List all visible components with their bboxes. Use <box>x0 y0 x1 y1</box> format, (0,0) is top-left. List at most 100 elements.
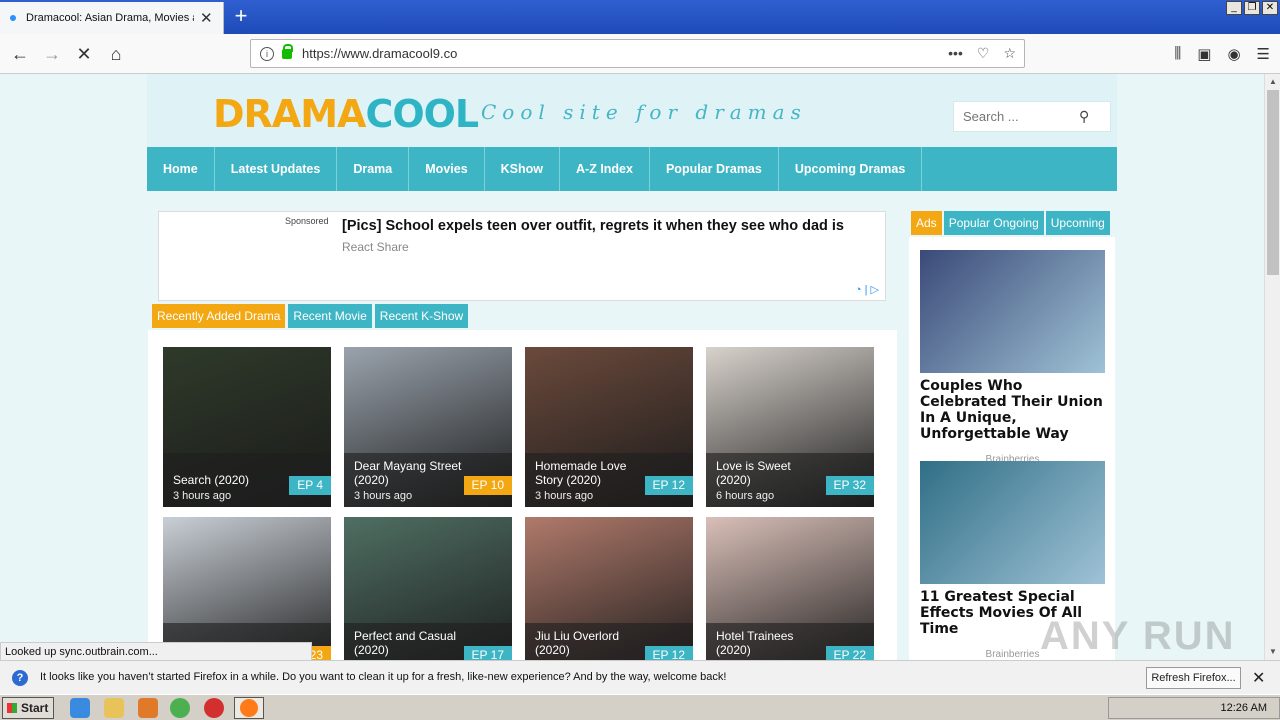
drama-card[interactable]: Search (2020) 3 hours ago EP 4 <box>163 347 331 507</box>
sidebar-panel: Couples Who Celebrated Their Union In A … <box>909 237 1115 660</box>
episode-badge: EP 17 <box>463 646 512 660</box>
tab-recent-kshow[interactable]: Recent K-Show <box>374 304 469 328</box>
episode-badge: EP 22 <box>825 646 874 660</box>
clock[interactable]: 12:26 AM <box>1221 702 1267 714</box>
opera-icon[interactable] <box>204 698 224 718</box>
drama-title[interactable]: Perfect and Casual (2020) <box>354 629 462 657</box>
home-button[interactable]: ⌂ <box>102 40 130 68</box>
ad-thumbnail[interactable] <box>920 250 1105 373</box>
tab-title: Dramacool: Asian Drama, Movies a <box>26 12 194 24</box>
new-tab-button[interactable]: + <box>228 2 254 32</box>
sidebar-tabs: Ads Popular Ongoing Upcoming <box>911 211 1110 235</box>
drama-title[interactable]: Homemade Love Story (2020) <box>535 459 643 487</box>
episode-badge: EP 12 <box>644 646 693 660</box>
system-tray: 12:26 AM <box>1108 697 1280 719</box>
ie-icon[interactable] <box>70 698 90 718</box>
drama-card[interactable]: Love is Sweet (2020) 6 hours ago EP 32 <box>706 347 874 507</box>
lock-icon <box>282 43 293 59</box>
ad-caption[interactable]: Couples Who Celebrated Their Union In A … <box>920 378 1105 442</box>
menu-az-index[interactable]: A-Z Index <box>560 147 650 191</box>
tab-close-icon[interactable]: ✕ <box>200 9 213 27</box>
restore-button[interactable]: ❐ <box>1244 1 1260 15</box>
start-button[interactable]: Start <box>2 697 54 719</box>
menu-kshow[interactable]: KShow <box>485 147 561 191</box>
drama-card[interactable]: Dear Mayang Street (2020) 3 hours ago EP… <box>344 347 512 507</box>
firefox-icon <box>240 699 258 717</box>
sponsored-label: Sponsored <box>285 216 329 226</box>
account-icon[interactable]: ◉ <box>1227 45 1240 63</box>
ad-choices-icon[interactable]: ◔ | ▷ <box>855 283 879 296</box>
scroll-down-icon[interactable]: ▼ <box>1265 644 1280 660</box>
menu-latest-updates[interactable]: Latest Updates <box>215 147 338 191</box>
library-icon[interactable]: ⫼ <box>1174 45 1181 63</box>
stop-button[interactable]: ✕ <box>70 40 98 68</box>
scroll-up-icon[interactable]: ▲ <box>1265 74 1280 90</box>
drama-title[interactable]: Dear Mayang Street (2020) <box>354 459 462 487</box>
tab-recently-added-drama[interactable]: Recently Added Drama <box>152 304 286 328</box>
episode-badge: EP 12 <box>644 476 693 495</box>
sidebar-ad-item[interactable]: Couples Who Celebrated Their Union In A … <box>920 250 1105 465</box>
tab-ads[interactable]: Ads <box>911 211 942 235</box>
episode-badge: EP 10 <box>463 476 512 495</box>
browser-tab[interactable]: Dramacool: Asian Drama, Movies a ✕ <box>0 2 224 34</box>
drama-card[interactable]: Perfect and Casual (2020) EP 17 <box>344 517 512 660</box>
forward-button[interactable]: → <box>38 40 66 68</box>
chrome-icon[interactable] <box>170 698 190 718</box>
window-controls: _ ❐ ✕ <box>1226 1 1278 15</box>
menu-drama[interactable]: Drama <box>337 147 410 191</box>
search-icon[interactable]: ⚲ <box>1079 108 1089 125</box>
taskbar: Start 12:26 AM <box>0 694 1280 720</box>
site-tagline: Cool site for dramas <box>481 100 807 124</box>
url-text[interactable]: https://www.dramacool9.co <box>302 46 948 61</box>
site-logo[interactable]: DRAMACOOL <box>213 92 479 136</box>
notification-message: It looks like you haven’t started Firefo… <box>40 671 727 683</box>
notification-bar: ? It looks like you haven’t started Fire… <box>0 660 1280 694</box>
menu-home[interactable]: Home <box>147 147 215 191</box>
episode-badge: EP 32 <box>825 476 874 495</box>
drama-card[interactable]: Jiu Liu Overlord (2020) EP 12 <box>525 517 693 660</box>
pocket-icon[interactable]: ♡ <box>977 45 990 62</box>
close-window-button[interactable]: ✕ <box>1262 1 1278 15</box>
folder-icon[interactable] <box>104 698 124 718</box>
tab-favicon-icon <box>10 15 16 21</box>
drama-panel: Search (2020) 3 hours ago EP 4 Dear Maya… <box>148 330 897 660</box>
close-icon[interactable]: ✕ <box>1252 668 1265 688</box>
refresh-firefox-button[interactable]: Refresh Firefox... <box>1146 667 1241 689</box>
drama-card[interactable]: General's Lady 23 <box>163 517 331 660</box>
menu-icon[interactable]: ☰ <box>1257 45 1270 63</box>
scroll-thumb[interactable] <box>1267 90 1279 275</box>
drama-title[interactable]: Love is Sweet (2020) <box>716 459 824 487</box>
media-player-icon[interactable] <box>138 698 158 718</box>
sidebar-icon[interactable]: ▣ <box>1197 45 1211 63</box>
drama-title[interactable]: Search (2020) <box>173 473 281 487</box>
main-menu: Home Latest Updates Drama Movies KShow A… <box>147 147 1117 191</box>
menu-upcoming-dramas[interactable]: Upcoming Dramas <box>779 147 923 191</box>
drama-time: 3 hours ago <box>354 490 413 502</box>
back-button[interactable]: ← <box>6 40 34 68</box>
watermark-logo: ANY RUN <box>1040 614 1236 658</box>
sponsored-ad[interactable]: Sponsored [Pics] School expels teen over… <box>158 211 886 301</box>
drama-title[interactable]: Jiu Liu Overlord (2020) <box>535 629 643 657</box>
ad-thumbnail[interactable] <box>920 461 1105 584</box>
menu-popular-dramas[interactable]: Popular Dramas <box>650 147 779 191</box>
tab-recent-movie[interactable]: Recent Movie <box>288 304 372 328</box>
menu-movies[interactable]: Movies <box>409 147 485 191</box>
url-bar[interactable]: i https://www.dramacool9.co ••• ♡ ☆ <box>250 39 1025 68</box>
ad-headline[interactable]: [Pics] School expels teen over outfit, r… <box>342 218 844 234</box>
search-box: ⚲ <box>953 101 1111 132</box>
content-tabs: Recently Added Drama Recent Movie Recent… <box>152 304 469 328</box>
bookmark-star-icon[interactable]: ☆ <box>1003 45 1016 62</box>
info-icon[interactable]: i <box>260 46 274 61</box>
ad-source: React Share <box>342 240 409 254</box>
page-actions-icon[interactable]: ••• <box>948 45 963 62</box>
drama-title[interactable]: Hotel Trainees (2020) <box>716 629 824 657</box>
drama-card[interactable]: Homemade Love Story (2020) 3 hours ago E… <box>525 347 693 507</box>
minimize-button[interactable]: _ <box>1226 1 1242 15</box>
tab-popular-ongoing[interactable]: Popular Ongoing <box>943 211 1044 235</box>
search-input[interactable] <box>954 109 1079 124</box>
drama-card[interactable]: Hotel Trainees (2020) EP 22 <box>706 517 874 660</box>
firefox-task-button[interactable] <box>234 697 264 719</box>
drama-time: 6 hours ago <box>716 490 775 502</box>
tab-upcoming[interactable]: Upcoming <box>1045 211 1110 235</box>
page-scrollbar[interactable]: ▲ ▼ <box>1264 74 1280 660</box>
